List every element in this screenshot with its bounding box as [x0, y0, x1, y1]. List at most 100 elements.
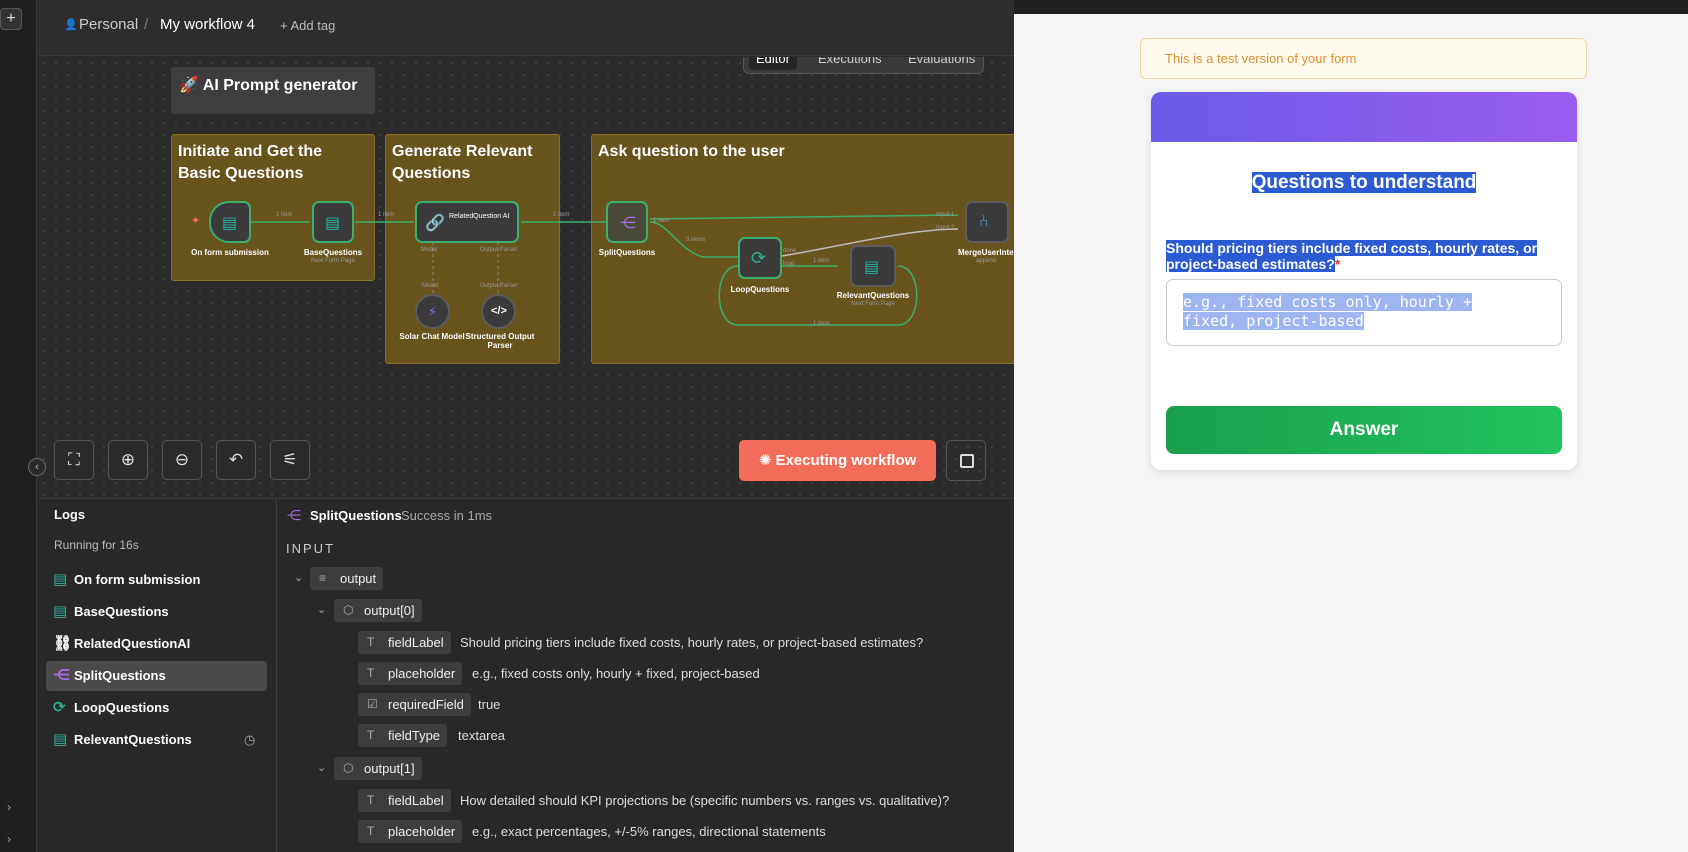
log-item[interactable]: ⟳ LoopQuestions	[46, 693, 267, 723]
node-split-label: SplitQuestions	[598, 248, 656, 257]
execute-label: Executing workflow	[775, 452, 917, 469]
node-loop-questions[interactable]: ⟳	[738, 237, 782, 279]
node-base-questions-sub: Next Form Page	[311, 258, 355, 264]
log-item[interactable]: ▤ On form submission	[46, 565, 267, 595]
log-item[interactable]: ⛓ RelatedQuestionAI	[46, 629, 267, 659]
text-type-icon: T	[367, 793, 375, 807]
node-parser-label: Structured Output Parser	[465, 332, 535, 350]
field-key-text: placeholder	[388, 824, 456, 839]
expand-icon[interactable]: ›	[7, 832, 11, 846]
boolean-type-icon: ☑	[367, 697, 378, 711]
field-value: e.g., fixed costs only, hourly + fixed, …	[472, 666, 760, 681]
code-icon: </>	[491, 305, 507, 317]
logs-status: Running for 16s	[54, 538, 139, 552]
tree-node-output[interactable]: ≡ output	[310, 567, 384, 590]
node-merge[interactable]: ⑃	[965, 201, 1009, 243]
add-icon[interactable]: +	[0, 8, 22, 30]
node-output-parser[interactable]: </>	[481, 294, 516, 329]
node-merge-label: MergeUserInter	[958, 248, 1014, 257]
log-item-label: On form submission	[74, 572, 201, 587]
form-title-text: Questions to understand	[1251, 172, 1477, 193]
field-key-text: fieldLabel	[388, 793, 444, 808]
zoom-out-button[interactable]: ⊖	[162, 440, 202, 480]
tree-node-item[interactable]: ⬡ output[0]	[334, 599, 422, 622]
stop-button[interactable]	[946, 440, 986, 481]
placeholder-line: e.g., fixed costs only, hourly +	[1183, 293, 1472, 311]
tree-key: output[0]	[364, 603, 415, 618]
detail-status: Success in 1ms	[401, 508, 493, 523]
field-key-text: fieldType	[388, 728, 441, 743]
collapse-panel-icon[interactable]: ‹	[28, 458, 46, 476]
field-key: ☑ requiredField	[358, 693, 471, 716]
log-item-label: RelevantQuestions	[74, 732, 192, 747]
field-value: Should pricing tiers include fixed costs…	[460, 635, 924, 650]
zoom-in-button[interactable]: ⊕	[108, 440, 148, 480]
node-related-ai-label: RelatedQuestion AI	[449, 213, 510, 220]
edge-label: 1 item	[553, 212, 570, 218]
field-key: TfieldLabel	[358, 789, 451, 812]
form-card: Questions to understand Should pricing t…	[1151, 92, 1577, 470]
logs-title: Logs	[54, 507, 86, 522]
field-key-text: fieldLabel	[388, 635, 444, 650]
header-bar: 👤 Personal / My workflow 4 + Add tag	[38, 0, 1014, 56]
input-section-label: INPUT	[286, 541, 335, 556]
workflow-canvas[interactable]: Editor Executions Evaluations 🚀 AI Promp…	[38, 57, 1014, 497]
breadcrumb-project[interactable]: Personal	[79, 16, 138, 33]
fit-view-button[interactable]: ⛶	[54, 440, 94, 480]
log-item[interactable]: ▤ RelevantQuestions ◷	[46, 725, 267, 755]
field-key: Tplaceholder	[358, 820, 463, 843]
chevron-down-icon[interactable]: ⌄	[317, 761, 326, 774]
tree-node-item[interactable]: ⬡ output[1]	[334, 757, 422, 780]
add-tag-link[interactable]: + Add tag	[280, 18, 335, 33]
object-icon: ⬡	[343, 603, 354, 617]
text-type-icon: T	[367, 635, 375, 649]
loop-icon: ⟳	[751, 248, 767, 268]
question-label: Should pricing tiers include fixed costs…	[1166, 240, 1562, 272]
spinner-icon: ✺	[758, 452, 776, 469]
log-item-label: BaseQuestions	[74, 604, 169, 619]
text-type-icon: T	[367, 728, 375, 742]
split-icon: ⋲	[620, 215, 636, 232]
undo-button[interactable]: ↶	[216, 440, 256, 480]
node-split-questions[interactable]: ⋲	[606, 201, 648, 243]
edge-label: Output Parser	[480, 283, 518, 289]
edge-label: 1 item	[813, 258, 830, 264]
edge-label: 3 items	[686, 237, 706, 243]
node-merge-sub: append	[975, 258, 997, 264]
node-loop-label: LoopQuestions	[730, 285, 790, 294]
left-rail: + › ›	[0, 0, 37, 852]
node-relevant-questions[interactable]: ▤	[850, 245, 896, 287]
chevron-down-icon[interactable]: ⌄	[294, 571, 303, 584]
split-icon: ⋲	[287, 507, 301, 523]
link-icon: ⛓	[53, 635, 73, 652]
text-type-icon: T	[367, 824, 375, 838]
log-item[interactable]: ▤ BaseQuestions	[46, 597, 267, 627]
answer-button[interactable]: Answer	[1166, 406, 1562, 454]
executing-workflow-button[interactable]: ✺ Executing workflow	[739, 440, 936, 481]
detail-node-name: SplitQuestions	[310, 508, 402, 523]
pending-clock-icon: ◷	[244, 732, 256, 747]
field-value: e.g., exact percentages, +/-5% ranges, d…	[472, 824, 826, 839]
node-form-submission[interactable]: ▤	[209, 201, 251, 243]
trigger-bolt-icon: ✦	[191, 215, 201, 227]
form-icon: ▤	[53, 731, 68, 748]
node-base-questions[interactable]: ▤	[312, 201, 354, 243]
collapse-left-icon[interactable]: ›	[7, 800, 11, 814]
answer-textarea[interactable]: e.g., fixed costs only, hourly + fixed, …	[1166, 279, 1562, 346]
workflow-name[interactable]: My workflow 4	[160, 16, 255, 33]
chevron-down-icon[interactable]: ⌄	[317, 603, 326, 616]
browser-bar	[1014, 0, 1688, 14]
tidy-up-button[interactable]: ⚟	[270, 440, 310, 480]
edge-label: Model	[422, 283, 439, 289]
list-icon: ≡	[319, 571, 327, 585]
form-preview-window: This is a test version of your form Ques…	[1014, 0, 1688, 852]
form-icon: ▤	[53, 571, 68, 588]
log-item-selected[interactable]: ⋲ SplitQuestions	[46, 661, 267, 691]
text-type-icon: T	[367, 666, 375, 680]
required-mark: *	[1334, 256, 1341, 272]
node-related-ai[interactable]: 🔗 RelatedQuestion AI	[415, 201, 519, 243]
node-solar-model[interactable]: ⚡	[415, 294, 450, 329]
field-key: TfieldLabel	[358, 631, 451, 654]
breadcrumb-separator: /	[144, 16, 149, 33]
field-key: Tplaceholder	[358, 662, 463, 685]
